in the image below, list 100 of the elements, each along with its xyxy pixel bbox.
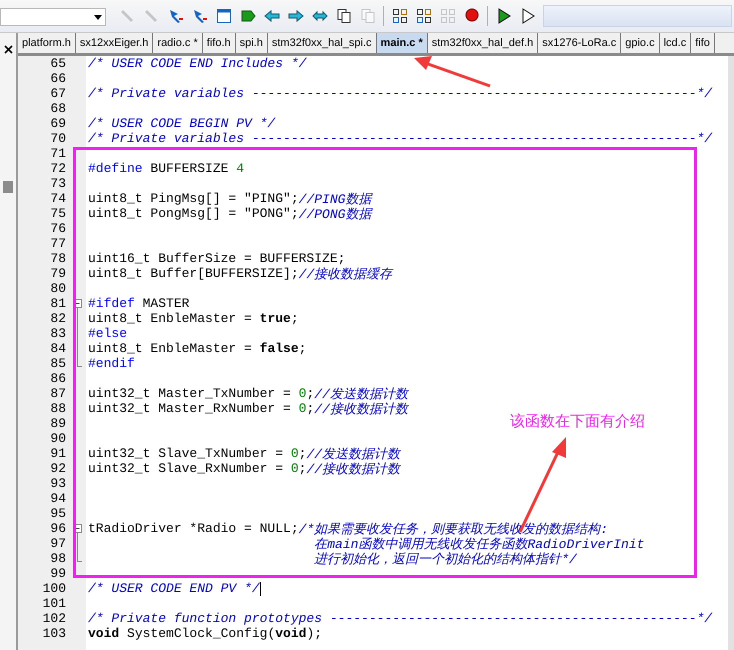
line-number: 92 [49, 461, 67, 476]
code-text: /* USER CODE END PV */ [88, 581, 260, 596]
code-text: uint16_t BufferSize = BUFFERSIZE; [88, 251, 346, 266]
line-number: 75 [49, 206, 67, 221]
file-tab[interactable]: stm32f0xx_hal_def.h [428, 33, 538, 53]
line-number: 99 [49, 566, 67, 581]
code-text: ; [306, 386, 314, 401]
code-text: void [275, 626, 306, 641]
code-text: #endif [88, 356, 135, 371]
arrows-icon [312, 8, 328, 24]
line-number: 70 [49, 131, 67, 146]
code-text: uint32_t Slave_RxNumber = [88, 461, 284, 476]
line-number: 89 [49, 416, 67, 431]
file-tab[interactable]: lcd.c [660, 33, 692, 53]
annotation-note: 该函数在下面有介绍 [510, 412, 645, 431]
line-number: 67 [49, 86, 67, 101]
code-text: ; [298, 461, 306, 476]
line-number: 96 [49, 521, 67, 536]
file-tab[interactable]: spi.h [236, 33, 268, 53]
code-text: 0 [290, 446, 299, 461]
line-number: 71 [49, 146, 67, 161]
line-number: 82 [49, 311, 67, 326]
line-number: 91 [49, 446, 67, 461]
code-text: MASTER [142, 296, 190, 311]
code-text: #define [88, 161, 143, 176]
code-text: ; [298, 446, 306, 461]
line-number: 73 [49, 176, 67, 191]
line-number: 101 [42, 596, 67, 611]
grid-icon [416, 8, 432, 24]
line-number: 88 [49, 401, 67, 416]
play-outline-icon [520, 8, 536, 24]
line-number: 103 [42, 626, 67, 641]
code-text: ; [306, 401, 314, 416]
line-number: 74 [49, 191, 67, 206]
grid-icon [440, 8, 456, 24]
line-number: 65 [49, 56, 67, 71]
code-text: true [260, 311, 291, 326]
code-text: uint32_t Slave_TxNumber = [88, 446, 284, 461]
code-editor[interactable] [18, 56, 734, 650]
code-text: uint8_t PingMsg[] = "PING"; [88, 191, 299, 206]
code-text: 0 [298, 386, 306, 401]
code-text: 0 [298, 401, 306, 416]
line-number: 93 [49, 476, 67, 491]
line-number: 76 [49, 221, 67, 236]
dropdown-caret-icon [94, 14, 102, 20]
code-text: //PING数据 [298, 190, 372, 208]
dropdown-field[interactable] [0, 8, 106, 26]
code-text: #else [88, 326, 128, 341]
tag-icon [240, 8, 256, 24]
code-text: /* USER CODE BEGIN PV */ [88, 116, 276, 131]
file-tab[interactable]: sx12xxEiger.h [76, 33, 154, 53]
code-text: 在main函数中调用无线收发任务函数RadioDriverInit [314, 536, 644, 552]
file-tab[interactable]: fifo [691, 33, 715, 53]
line-number: 79 [49, 266, 67, 281]
code-text: /* Private function prototypes -----------------------------------------------*/ [88, 611, 712, 626]
code-text: 0 [290, 461, 299, 476]
file-tab[interactable]: gpio.c [621, 33, 660, 53]
line-number: 81 [49, 296, 67, 311]
file-tab[interactable]: radio.c * [153, 33, 203, 53]
line-number: 80 [49, 281, 67, 296]
window-icon [216, 8, 232, 24]
file-tab[interactable]: main.c * [376, 33, 428, 53]
line-number: 78 [49, 251, 67, 266]
code-text: /* USER CODE END Includes */ [88, 56, 306, 71]
close-icon[interactable] [4, 45, 12, 54]
code-text: //发送数据计数 [306, 446, 400, 462]
code-text: #ifdef [88, 296, 135, 311]
line-number: 100 [42, 581, 67, 596]
code-text: uint32_t Master_TxNumber = [88, 386, 292, 401]
code-text: void [88, 626, 120, 641]
pages-icon [336, 8, 352, 24]
code-text: uint32_t Master_RxNumber = [88, 401, 292, 416]
code-text: //PONG数据 [298, 206, 372, 222]
code-text: SystemClock_Config( [126, 626, 276, 641]
line-number: 90 [49, 431, 67, 446]
play-icon [496, 8, 512, 24]
line-number: 102 [42, 611, 67, 626]
code-text: ; [290, 311, 299, 326]
code-text: uint8_t PongMsg[] = "PONG"; [88, 206, 299, 221]
file-tab[interactable]: sx1276-LoRa.c [538, 33, 622, 53]
grid-icon [392, 8, 408, 24]
scrollbar-thumb[interactable] [3, 181, 13, 193]
code-text: tRadioDriver *Radio = NULL; [88, 521, 299, 536]
line-number: 95 [49, 506, 67, 521]
code-text: uint8_t EnbleMaster = [88, 341, 253, 356]
file-tab[interactable]: platform.h [18, 33, 76, 53]
arrow-left-icon [264, 8, 280, 24]
code-text: BUFFERSIZE [149, 161, 230, 176]
line-number: 77 [49, 236, 67, 251]
line-number: 84 [49, 341, 67, 356]
line-number: 87 [49, 386, 67, 401]
line-number: 94 [49, 491, 67, 506]
file-tab[interactable]: fifo.h [202, 33, 236, 53]
line-number: 72 [49, 161, 67, 176]
line-number: 66 [49, 71, 67, 86]
code-text: //接收数据计数 [314, 400, 408, 418]
line-number: 83 [49, 326, 67, 341]
line-number: 98 [49, 551, 67, 566]
line-number: 86 [49, 371, 67, 386]
code-text: false [260, 341, 299, 356]
